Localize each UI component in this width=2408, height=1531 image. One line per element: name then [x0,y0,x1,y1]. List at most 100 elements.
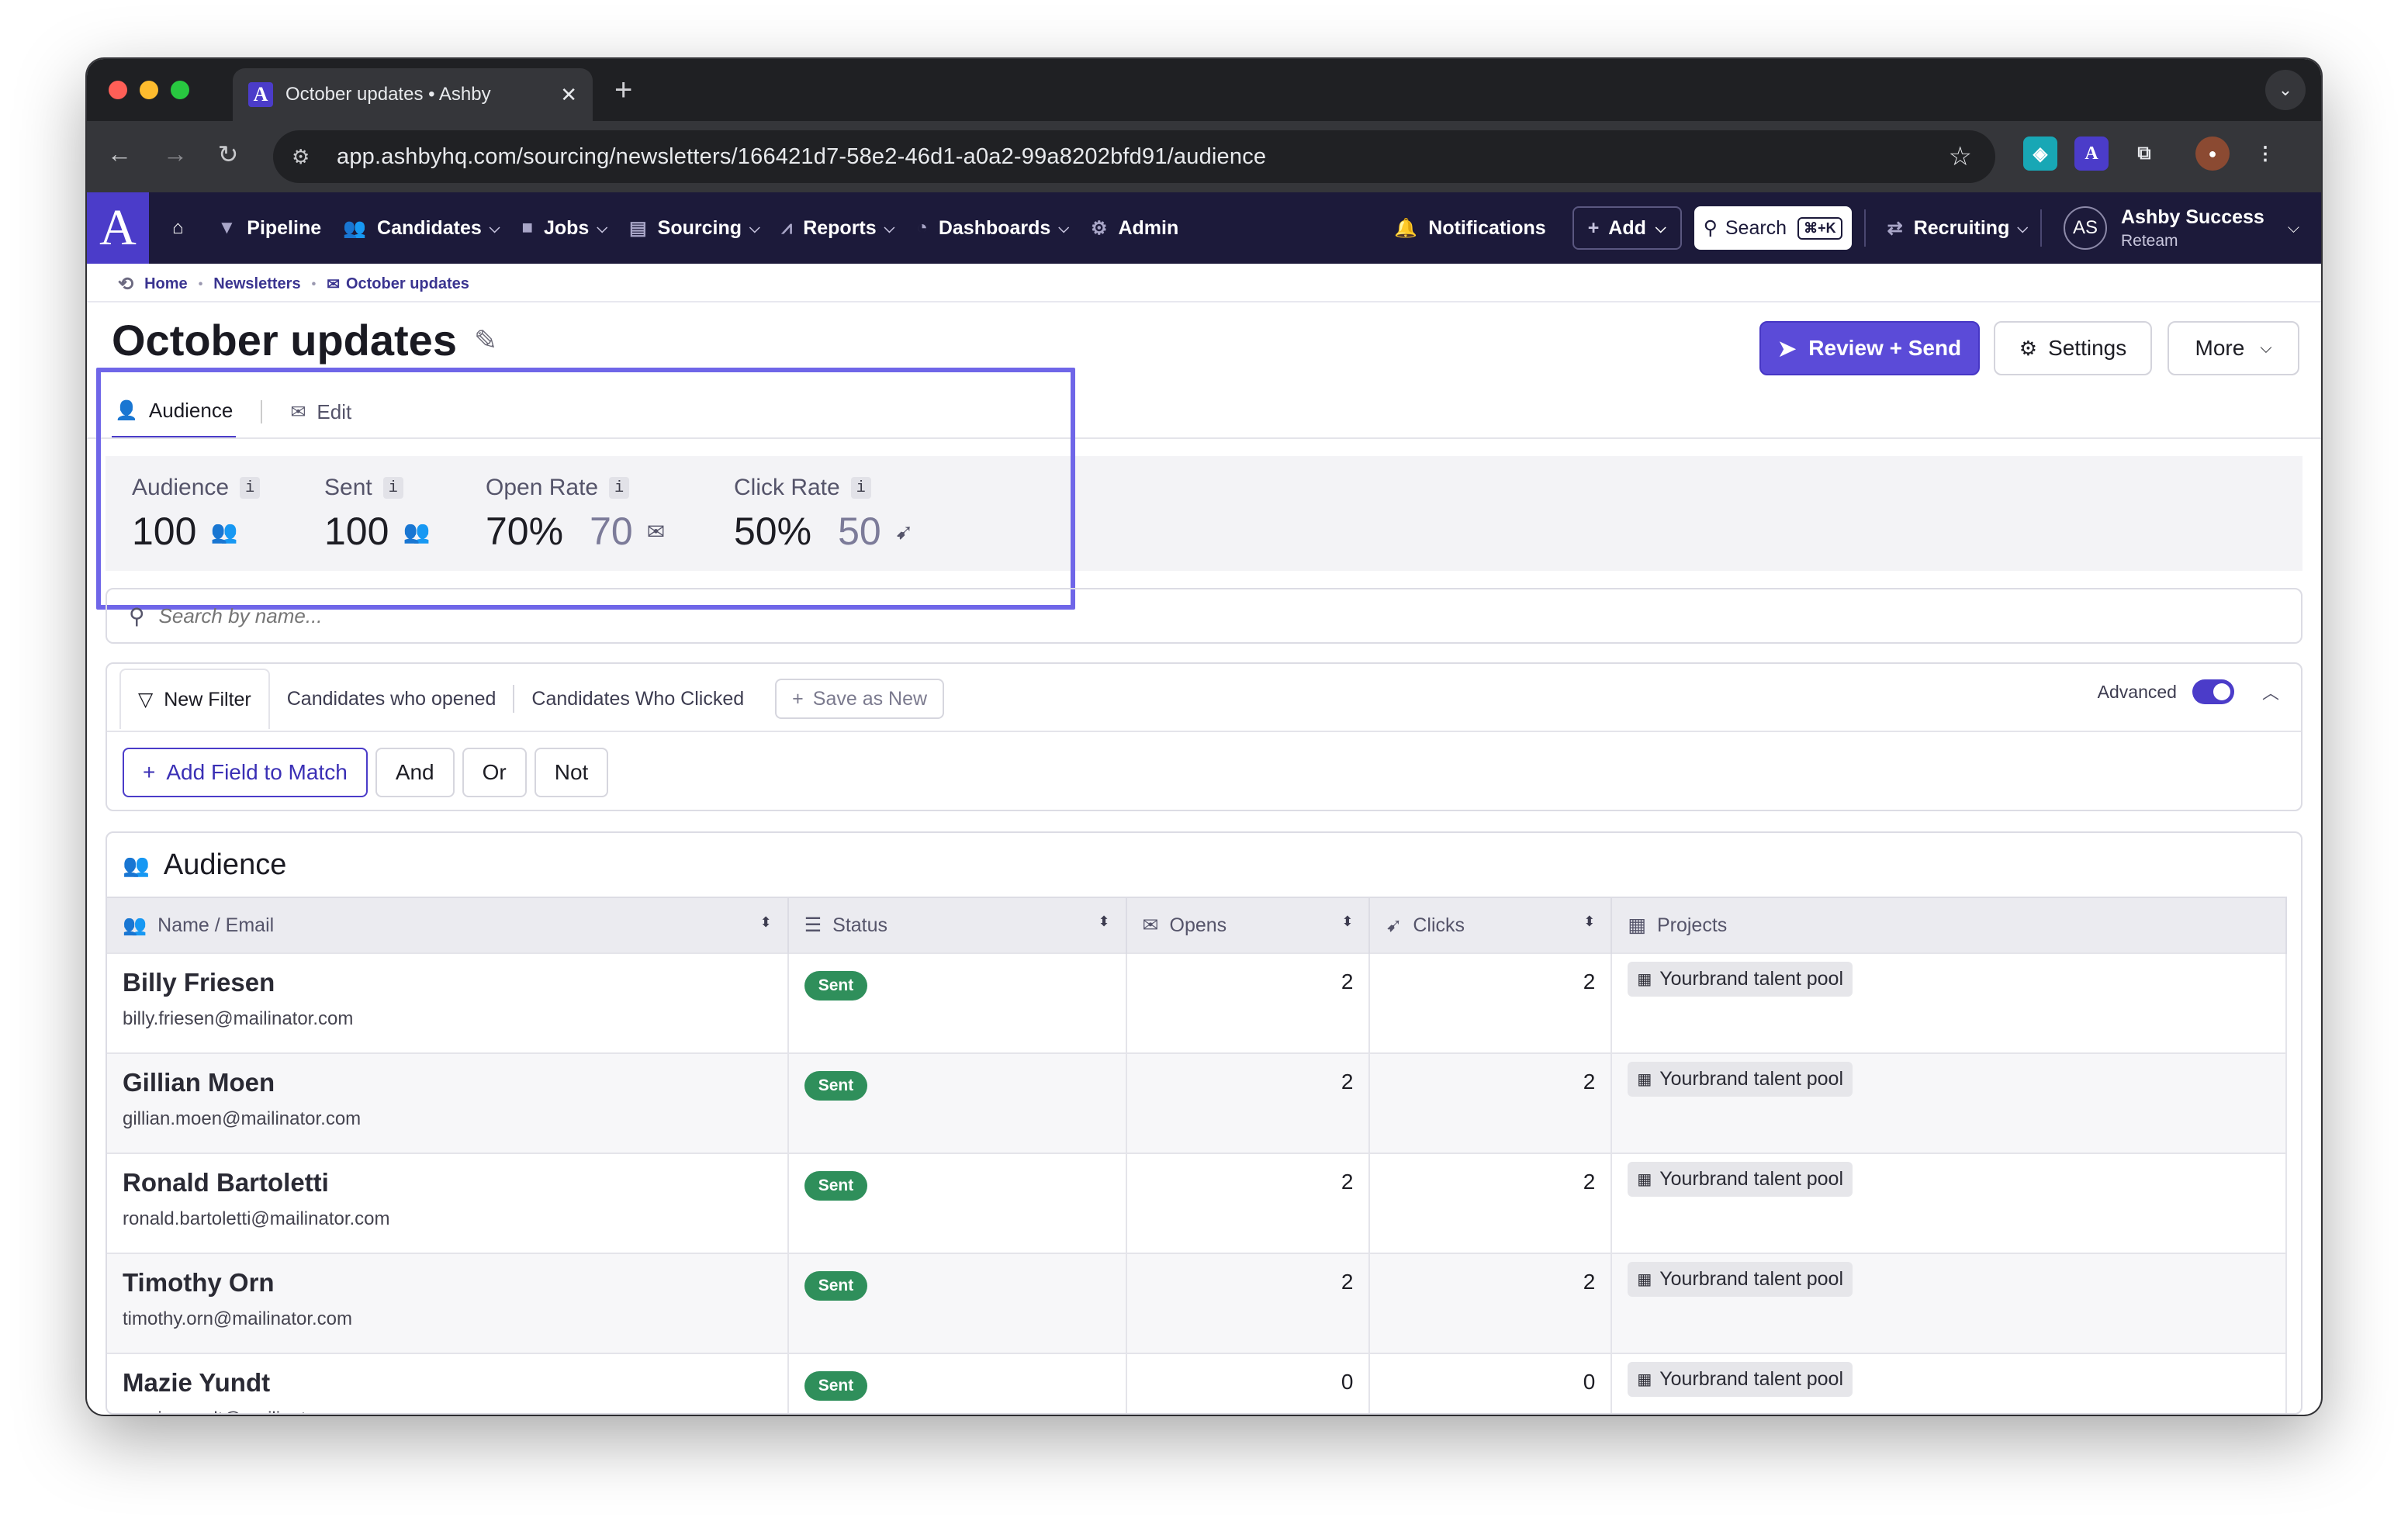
nav-reports[interactable]: ⩘ Reports ⌵ [782,217,895,240]
candidate-name[interactable]: Gillian Moen [123,1068,772,1097]
avatar[interactable]: AS [2064,206,2107,250]
recruiting-switcher[interactable]: ⇄ Recruiting ⌵ [1887,217,2028,240]
nav-right-group: 🔔 Notifications + Add ⌵ ⚲ Search ⌘+K ⇄ Recruit… [1372,192,2299,264]
candidate-email: billy.friesen@mailinator.com [123,1008,354,1029]
extension-icon[interactable]: ◈ [2023,137,2057,171]
list-check-icon: ☰ [804,914,822,936]
cell-name-email[interactable]: Mazie Yundt mazie.yundt@mailinator.com [107,1353,789,1413]
table-row[interactable]: Gillian Moen gillian.moen@mailinator.com S… [107,1052,2287,1153]
chevron-down-icon: ⌵ [489,219,500,236]
project-tag[interactable]: ▦ Yourbrand talent pool [1628,1162,1853,1197]
address-bar[interactable]: ⚙ app.ashbyhq.com/sourcing/newsletters/1… [273,130,1995,183]
ashby-extension-icon[interactable]: A [2074,137,2109,171]
breadcrumb-current[interactable]: October updates [346,275,469,293]
cursor-icon: ➹ [1386,914,1403,936]
nav-pipeline[interactable]: ▼ Pipeline [218,217,322,240]
zoom-window-dot[interactable] [171,81,189,99]
project-tag[interactable]: ▦ Yourbrand talent pool [1628,1262,1853,1297]
menu-dots-icon[interactable]: ⋮ [2248,137,2282,171]
status-badge: Sent [804,1071,868,1101]
nav-sourcing[interactable]: ▤ Sourcing ⌵ [629,217,760,240]
sort-icon[interactable]: ⬍ [760,914,772,931]
sort-icon[interactable]: ⬍ [1098,914,1109,930]
cell-name-email[interactable]: Timothy Orn timothy.orn@mailinator.com [107,1253,789,1353]
reload-icon[interactable]: ↻ [211,140,245,169]
new-tab-icon[interactable]: + [614,73,632,108]
divider [107,731,2301,732]
add-field-button[interactable]: + Add Field to Match [123,748,368,797]
advanced-toggle[interactable] [2192,679,2234,704]
nav-candidates[interactable]: 👥 Candidates ⌵ [343,217,500,240]
nav-jobs[interactable]: ■ Jobs ⌵ [521,217,607,240]
table-row[interactable]: Billy Friesen billy.friesen@mailinator.co… [107,952,2287,1053]
tab-search-icon[interactable]: ⌄ [2265,70,2306,110]
tab-candidates-who-clicked[interactable]: Candidates Who Clicked [514,669,761,729]
puzzle-icon[interactable]: ⧉ [2127,137,2161,171]
search-button[interactable]: ⚲ Search ⌘+K [1694,206,1852,250]
table-row[interactable]: Mazie Yundt mazie.yundt@mailinator.com Sen… [107,1353,2287,1413]
project-tag[interactable]: ▦ Yourbrand talent pool [1628,1062,1853,1097]
save-as-new-button[interactable]: + Save as New [775,679,945,719]
candidate-name[interactable]: Mazie Yundt [123,1368,772,1398]
candidate-name[interactable]: Timothy Orn [123,1268,772,1298]
nav-admin[interactable]: ⚙ Admin [1091,217,1178,240]
notifications-button[interactable]: 🔔 Notifications [1394,217,1545,240]
search-bar[interactable]: ⚲ [106,588,2302,644]
column-status[interactable]: ☰ Status ⬍ [787,897,1127,953]
nav-dashboards[interactable]: ◔ Dashboards ⌵ [916,217,1069,240]
sort-icon[interactable]: ⬍ [1341,914,1353,930]
forward-icon[interactable]: → [158,140,192,168]
chevron-down-icon: ⌵ [2260,339,2272,357]
not-button[interactable]: Not [534,748,609,797]
user-menu[interactable]: Ashby Success Reteam [2121,206,2264,251]
breadcrumb-home[interactable]: Home [144,275,188,293]
close-window-dot[interactable] [109,81,127,99]
candidate-email: mazie.yundt@mailinator.com [123,1408,772,1413]
candidate-name[interactable]: Billy Friesen [123,968,772,997]
column-opens[interactable]: ✉ Opens ⬍ [1126,897,1371,953]
project-tag[interactable]: ▦ Yourbrand talent pool [1628,1362,1853,1397]
candidate-email: timothy.orn@mailinator.com [123,1308,353,1329]
ashby-logo[interactable]: A [87,192,149,264]
sort-icon[interactable]: ⬍ [1583,914,1595,930]
advanced-label: Advanced [2097,681,2177,702]
tab-new-filter[interactable]: ▽ New Filter [119,669,270,729]
chevron-up-icon[interactable]: ︿ [2262,679,2279,704]
and-button[interactable]: And [375,748,455,797]
tab-candidates-who-opened[interactable]: Candidates who opened [270,669,514,729]
history-icon[interactable]: ⟲ [118,273,133,295]
search-shortcut: ⌘+K [1797,216,1842,240]
page-title: October updates ✎ [112,316,498,365]
breadcrumb-newsletters[interactable]: Newsletters [213,275,300,293]
close-tab-icon[interactable]: ✕ [560,83,577,107]
or-button[interactable]: Or [462,748,527,797]
chevron-down-icon[interactable]: ⌵ [2288,219,2299,237]
cell-name-email[interactable]: Billy Friesen billy.friesen@mailinator.co… [107,952,789,1053]
breadcrumb-separator: • [311,277,317,291]
review-send-button[interactable]: ➤ Review + Send [1759,321,1980,375]
url-text[interactable]: app.ashbyhq.com/sourcing/newsletters/166… [337,144,1266,170]
app-nav-bar: A ⌂ ▼ Pipeline 👥 Candidates ⌵ ■ Jobs ⌵ ▤ Sourc… [87,192,2321,264]
bookmark-star-icon[interactable]: ☆ [1949,141,1972,172]
back-icon[interactable]: ← [102,140,137,168]
column-name-email[interactable]: 👥 Name / Email ⬍ [107,897,789,953]
more-button[interactable]: More ⌵ [2168,321,2299,375]
pencil-icon[interactable]: ✎ [474,324,497,357]
column-clicks[interactable]: ➹ Clicks ⬍ [1369,897,1613,953]
table-row[interactable]: Ronald Bartoletti ronald.bartoletti@maili… [107,1153,2287,1253]
project-tag[interactable]: ▦ Yourbrand talent pool [1628,962,1853,997]
profile-avatar-icon[interactable]: ● [2195,137,2230,171]
search-input[interactable] [158,603,935,628]
cell-name-email[interactable]: Ronald Bartoletti ronald.bartoletti@maili… [107,1153,789,1253]
candidate-name[interactable]: Ronald Bartoletti [123,1168,772,1197]
column-projects[interactable]: ▦ Projects [1611,897,2287,953]
cell-status: Sent [787,952,1127,1053]
site-info-icon[interactable]: ⚙ [292,145,323,169]
home-icon[interactable]: ⌂ [172,217,184,239]
cell-name-email[interactable]: Gillian Moen gillian.moen@mailinator.com [107,1052,789,1153]
minimize-window-dot[interactable] [140,81,158,99]
browser-tab[interactable]: A October updates • Ashby ✕ [233,68,593,121]
settings-button[interactable]: ⚙ Settings [1994,321,2152,375]
add-button[interactable]: + Add ⌵ [1572,206,1682,250]
table-row[interactable]: Timothy Orn timothy.orn@mailinator.com Sen… [107,1253,2287,1353]
